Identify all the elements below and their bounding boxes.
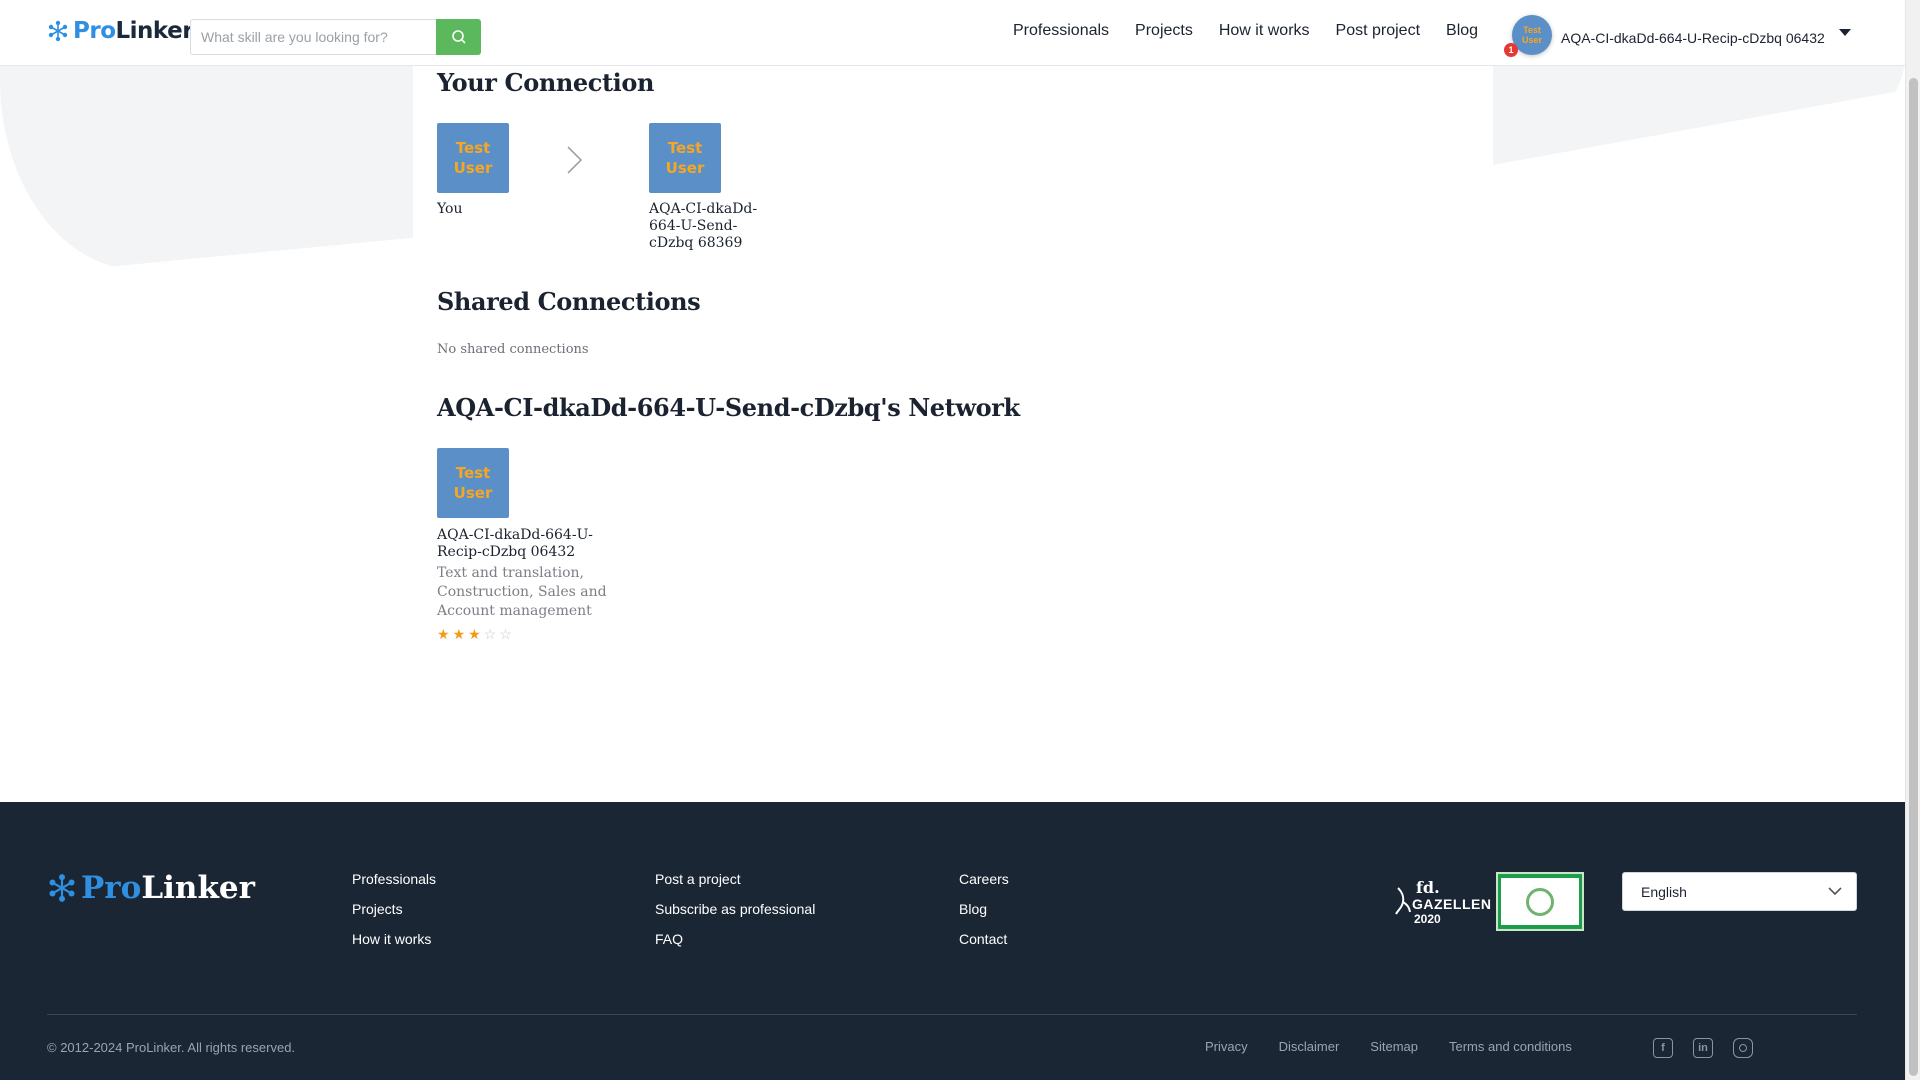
user-menu[interactable]: Test User 1 AQA-CI-dkaDd-664-U-Recip-cDz… xyxy=(1504,15,1851,57)
shared-connections-title: Shared Connections xyxy=(437,287,701,316)
linkedin-icon[interactable]: in xyxy=(1693,1038,1713,1058)
no-shared-connections-text: No shared connections xyxy=(437,342,589,357)
gazellen-text: GAZELLEN xyxy=(1412,896,1492,912)
footer-column-3: Careers Blog Contact xyxy=(959,871,1009,947)
footer-link-how-it-works[interactable]: How it works xyxy=(352,931,436,947)
user-avatar[interactable]: Test User 1 xyxy=(1504,15,1552,57)
legal-link-terms[interactable]: Terms and conditions xyxy=(1449,1039,1572,1054)
footer-link-faq[interactable]: FAQ xyxy=(655,931,815,947)
site-logo[interactable]: Pro Linker xyxy=(47,18,194,44)
member-skills: Text and translation, Construction, Sale… xyxy=(437,565,607,619)
star-filled-icon: ★ xyxy=(437,626,450,642)
logo-network-icon xyxy=(49,874,75,902)
star-empty-icon: ☆ xyxy=(483,626,497,642)
decorative-shape-left xyxy=(0,40,413,270)
instagram-lens-icon xyxy=(1739,1044,1747,1052)
language-select[interactable]: English xyxy=(1622,872,1857,911)
search-input[interactable] xyxy=(190,19,436,55)
connection-target[interactable]: Test User AQA-CI-dkaDd-664-U-Send-cDzbq … xyxy=(649,123,759,252)
footer-column-2: Post a project Subscribe as professional… xyxy=(655,871,815,947)
footer-link-projects[interactable]: Projects xyxy=(352,901,436,917)
site-footer: Pro Linker Professionals Projects How it … xyxy=(0,802,1905,1080)
footer-link-subscribe[interactable]: Subscribe as professional xyxy=(655,901,815,917)
footer-link-careers[interactable]: Careers xyxy=(959,871,1009,887)
legal-link-sitemap[interactable]: Sitemap xyxy=(1370,1039,1418,1054)
you-avatar[interactable]: Test User xyxy=(437,123,509,193)
gazellen-year: 2020 xyxy=(1414,912,1441,926)
your-connection-title: Your Connection xyxy=(437,68,655,97)
target-avatar[interactable]: Test User xyxy=(649,123,721,193)
network-member-card[interactable]: Test User AQA-CI-dkaDd-664-U-Recip-cDzbq… xyxy=(437,448,637,641)
footer-logo-pro: Pro xyxy=(81,870,142,906)
search-bar xyxy=(190,19,481,55)
star-empty-icon: ☆ xyxy=(499,626,512,642)
logo-network-icon xyxy=(48,20,68,42)
instagram-icon[interactable] xyxy=(1733,1038,1753,1058)
legal-link-privacy[interactable]: Privacy xyxy=(1205,1039,1248,1054)
nav-blog[interactable]: Blog xyxy=(1446,22,1478,40)
facebook-icon[interactable]: f xyxy=(1653,1038,1673,1058)
connection-you[interactable]: Test User You xyxy=(437,123,509,218)
user-avatar-text: Test User xyxy=(1521,25,1542,45)
award-badge-inner xyxy=(1501,878,1579,925)
nav-how-it-works[interactable]: How it works xyxy=(1219,22,1310,40)
caret-down-icon[interactable] xyxy=(1838,28,1851,36)
logo-text-pro: Pro xyxy=(73,18,116,44)
footer-link-contact[interactable]: Contact xyxy=(959,931,1009,947)
chevron-right-icon xyxy=(567,146,583,174)
laurel-icon xyxy=(1526,887,1554,916)
search-button[interactable] xyxy=(436,19,481,55)
chevron-down-icon xyxy=(1828,887,1842,896)
search-icon xyxy=(451,30,466,44)
nav-projects[interactable]: Projects xyxy=(1135,22,1193,40)
you-label: You xyxy=(437,201,463,217)
target-label[interactable]: AQA-CI-dkaDd-664-U-Send-cDzbq 68369 xyxy=(649,201,759,252)
gazellen-fd-text: fd. xyxy=(1416,878,1440,897)
footer-link-blog[interactable]: Blog xyxy=(959,901,1009,917)
footer-link-post-project[interactable]: Post a project xyxy=(655,871,815,887)
legal-link-disclaimer[interactable]: Disclaimer xyxy=(1279,1039,1340,1054)
gazelle-icon xyxy=(1395,887,1411,915)
nav-professionals[interactable]: Professionals xyxy=(1013,22,1109,40)
logo-text-linker: Linker xyxy=(115,18,194,44)
footer-logo[interactable]: Pro Linker xyxy=(47,870,255,906)
footer-divider xyxy=(47,1014,1857,1015)
award-badge xyxy=(1496,872,1584,931)
page-scrollbar[interactable] xyxy=(1905,0,1920,1080)
nav-post-project[interactable]: Post project xyxy=(1336,22,1420,40)
copyright-text: © 2012-2024 ProLinker. All rights reserv… xyxy=(47,1040,296,1055)
notification-badge[interactable]: 1 xyxy=(1504,43,1518,57)
footer-link-professionals[interactable]: Professionals xyxy=(352,871,436,887)
site-header: ProLinker Professionals Projects How it … xyxy=(0,0,1905,66)
star-filled-icon: ★ xyxy=(452,626,466,642)
social-links: f in xyxy=(1653,1038,1753,1058)
main-nav: Professionals Projects How it works Post… xyxy=(1013,22,1478,40)
star-filled-icon: ★ xyxy=(468,626,481,642)
member-rating: ★ ★ ★ ☆ ☆ xyxy=(437,627,637,641)
network-title: AQA-CI-dkaDd-664-U-Send-cDzbq's Network xyxy=(437,393,1020,422)
member-name[interactable]: AQA-CI-dkaDd-664-U-Recip-cDzbq 06432 xyxy=(437,527,637,561)
legal-links: Privacy Disclaimer Sitemap Terms and con… xyxy=(1205,1039,1572,1054)
user-name[interactable]: AQA-CI-dkaDd-664-U-Recip-cDzbq 06432 xyxy=(1561,30,1825,46)
language-selected: English xyxy=(1641,883,1687,900)
fd-gazellen-logo: fd. GAZELLEN 2020 xyxy=(1394,878,1491,928)
footer-column-1: Professionals Projects How it works xyxy=(352,871,436,947)
member-avatar[interactable]: Test User xyxy=(437,448,509,518)
footer-logo-linker: Linker xyxy=(141,870,255,906)
scrollbar-thumb[interactable] xyxy=(1909,78,1918,1076)
